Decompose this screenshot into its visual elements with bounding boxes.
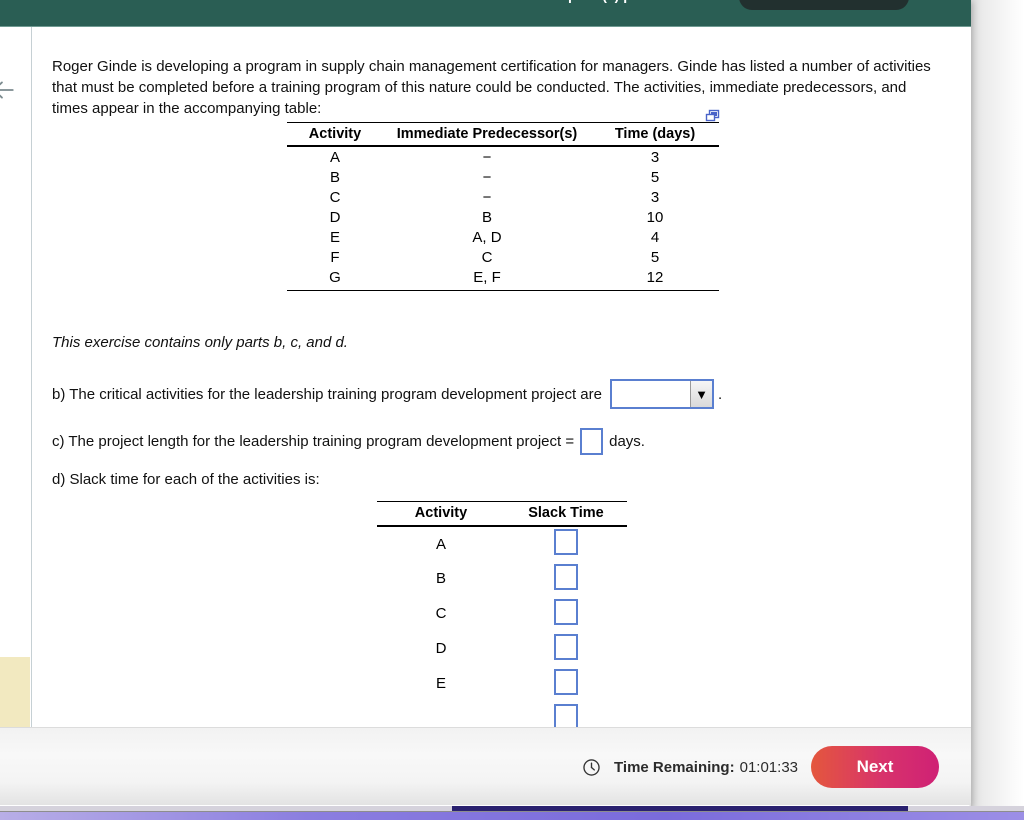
table-row: B − 5 <box>287 167 719 187</box>
cell-activity: E <box>329 228 340 246</box>
slack-input-b[interactable] <box>554 563 578 590</box>
cell-predecessor: − <box>482 168 492 186</box>
cell-predecessor: E, F <box>383 267 591 291</box>
part-d-line: d) Slack time for each of the activities… <box>52 471 320 488</box>
cell-predecessor: C <box>481 248 493 266</box>
table-row: E A, D 4 <box>287 227 719 247</box>
part-b-label: b) The critical activities for the leade… <box>52 385 602 403</box>
slack-activity-label: C <box>435 605 447 622</box>
points-possible-label: point(s) possible <box>0 0 680 3</box>
os-taskbar <box>0 806 1024 820</box>
slack-row: E <box>377 666 627 701</box>
column-header-activity: Activity <box>287 122 383 147</box>
time-remaining-value: 01:01:33 <box>739 758 798 776</box>
slack-input-c[interactable] <box>554 598 578 625</box>
table-row: F C 5 <box>287 247 719 267</box>
slack-input-f[interactable] <box>554 703 578 727</box>
slack-row <box>377 701 627 727</box>
header-action-button[interactable] <box>739 0 909 10</box>
column-header-predecessors: Immediate Predecessor(s) <box>383 122 591 147</box>
part-c-line: c) The project length for the leadership… <box>52 428 645 455</box>
slack-input-cell <box>505 666 627 701</box>
taskbar-strip <box>0 811 1024 820</box>
cell-predecessor: − <box>482 148 492 166</box>
table-header-row: Activity Immediate Predecessor(s) Time (… <box>287 122 719 147</box>
column-header-slack-time: Slack Time <box>505 501 627 527</box>
part-c-units: days. <box>609 433 645 450</box>
cell-activity: A <box>329 148 340 166</box>
slack-input-d[interactable] <box>554 633 578 660</box>
slack-row: D <box>377 631 627 666</box>
column-header-slack-activity: Activity <box>377 501 505 527</box>
slack-input-cell <box>505 526 627 561</box>
table-row: C − 3 <box>287 187 719 207</box>
back-arrow-icon[interactable] <box>0 77 16 103</box>
clock-icon <box>582 758 601 777</box>
cell-activity: B <box>329 168 340 186</box>
question-modal: point(s) possible Roger Ginde is develop… <box>0 0 971 812</box>
activity-table-wrapper: Activity Immediate Predecessor(s) Time (… <box>287 109 720 291</box>
part-c-label: c) The project length for the leadership… <box>52 433 575 450</box>
slack-activity-label: A <box>435 535 446 553</box>
cell-activity: D <box>329 208 341 226</box>
chevron-down-icon: ▼ <box>690 381 712 407</box>
slack-row: C <box>377 596 627 631</box>
slack-input-a[interactable] <box>554 529 578 555</box>
cell-activity: F <box>330 248 340 266</box>
slack-row: A <box>377 526 627 561</box>
slack-input-e[interactable] <box>554 668 578 695</box>
cell-predecessor: A, D <box>472 228 502 246</box>
slack-table: Activity Slack Time A B C D E <box>377 501 627 727</box>
table-row: A − 3 <box>287 146 719 167</box>
critical-activities-dropdown[interactable]: ▼ <box>610 379 714 409</box>
slack-header-row: Activity Slack Time <box>377 501 627 527</box>
part-b-period: . <box>718 385 723 403</box>
activity-table: Activity Immediate Predecessor(s) Time (… <box>287 122 719 291</box>
cell-time: 12 <box>591 267 719 291</box>
cell-time: 10 <box>646 208 664 226</box>
cell-predecessor: B <box>481 208 492 226</box>
slack-table-wrapper: Activity Slack Time A B C D E <box>377 501 627 727</box>
part-d-label: d) Slack time for each of the activities… <box>52 471 320 488</box>
slack-activity-label: E <box>435 675 446 692</box>
cell-time: 3 <box>650 148 660 166</box>
modal-header: point(s) possible <box>0 0 971 27</box>
slack-activity-label <box>377 701 505 727</box>
critical-activities-dropdown-value <box>612 381 690 407</box>
slack-row: B <box>377 561 627 596</box>
cell-time: 4 <box>650 228 660 246</box>
slack-activity-label: D <box>435 640 447 657</box>
desktop-background: point(s) possible Roger Ginde is develop… <box>0 0 1024 820</box>
footer-controls: Time Remaining: 01:01:33 Next <box>582 728 939 806</box>
slack-input-cell <box>505 701 627 727</box>
left-rail <box>0 27 32 739</box>
slack-input-cell <box>505 631 627 666</box>
next-button[interactable]: Next <box>811 746 939 788</box>
modal-footer: Time Remaining: 01:01:33 Next <box>0 727 971 805</box>
cell-activity: G <box>287 267 383 291</box>
table-row: D B 10 <box>287 207 719 227</box>
slack-input-cell <box>505 596 627 631</box>
project-length-input[interactable] <box>580 428 604 455</box>
cell-activity: C <box>329 188 341 206</box>
cell-time: 5 <box>650 168 660 186</box>
page-right-gutter <box>971 0 1024 812</box>
time-remaining-label: Time Remaining: <box>614 758 735 776</box>
part-b-line: b) The critical activities for the leade… <box>52 379 722 409</box>
column-header-time: Time (days) <box>591 122 719 147</box>
cell-predecessor: − <box>482 188 492 206</box>
exercise-scope-note: This exercise contains only parts b, c, … <box>52 334 348 351</box>
slack-activity-label: B <box>435 570 446 587</box>
cell-time: 5 <box>650 248 660 266</box>
cell-time: 3 <box>650 188 660 206</box>
problem-statement: Roger Ginde is developing a program in s… <box>52 58 931 117</box>
table-row: G E, F 12 <box>287 267 719 291</box>
question-content: Roger Ginde is developing a program in s… <box>33 27 971 727</box>
copy-icon[interactable] <box>705 109 721 125</box>
slack-input-cell <box>505 561 627 596</box>
